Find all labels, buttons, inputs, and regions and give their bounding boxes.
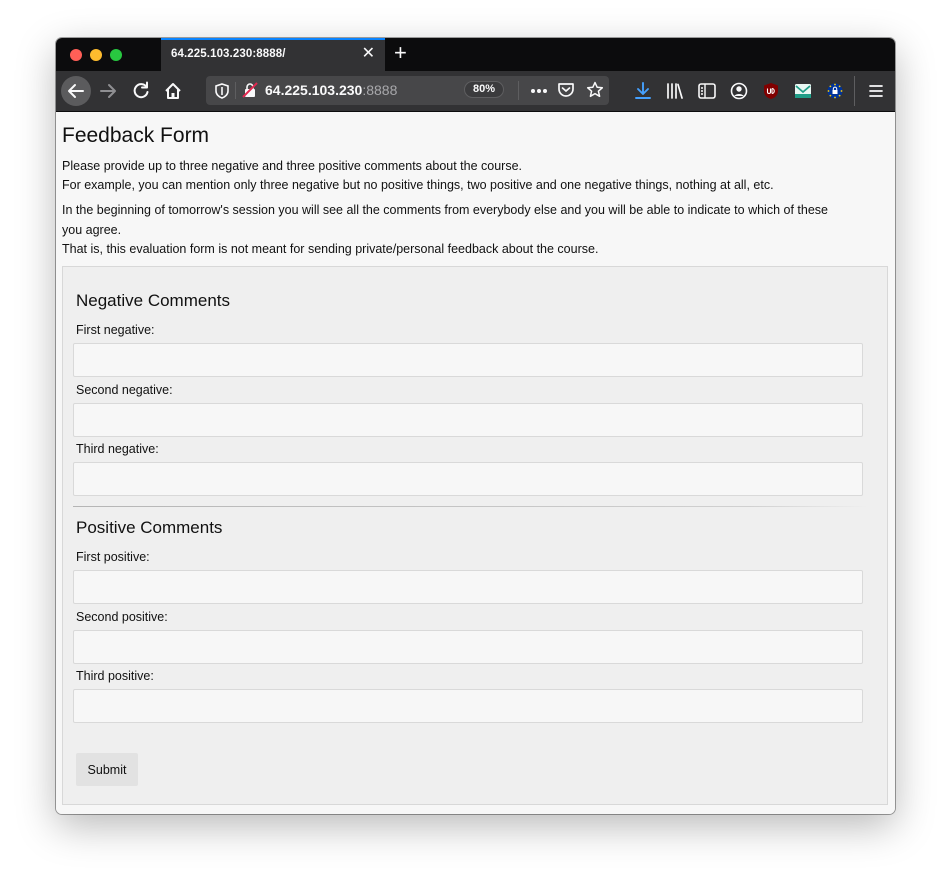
forward-button[interactable] <box>94 76 124 106</box>
navigation-toolbar: 64.225.103.230:8888 80% <box>56 71 895 112</box>
shield-icon[interactable] <box>215 83 229 99</box>
second-negative-label: Second negative: <box>76 383 173 397</box>
negative-comments-heading: Negative Comments <box>76 291 231 310</box>
tab-title: 64.225.103.230:8888/ <box>171 48 286 60</box>
section-divider <box>73 506 868 507</box>
feedback-form: Negative Comments First negative: Second… <box>62 266 888 805</box>
third-positive-label: Third positive: <box>76 669 154 683</box>
close-window-button[interactable] <box>70 49 82 61</box>
home-icon <box>165 83 181 99</box>
url-text[interactable]: 64.225.103.230:8888 <box>265 82 397 98</box>
download-icon[interactable] <box>634 82 652 100</box>
zoom-level-badge[interactable]: 80% <box>464 81 504 98</box>
tab-strip: 64.225.103.230:8888/ ✕ + <box>56 38 895 71</box>
url-separator <box>235 82 236 99</box>
page-title: Feedback Form <box>62 124 210 147</box>
intro-line: you agree. <box>62 223 122 237</box>
mail-extension-icon[interactable] <box>794 83 812 99</box>
account-icon[interactable] <box>730 82 748 100</box>
menu-icon[interactable] <box>868 84 884 98</box>
reload-button[interactable] <box>126 76 156 106</box>
second-positive-label: Second positive: <box>76 610 168 624</box>
third-positive-input[interactable] <box>73 689 863 723</box>
url-port: :8888 <box>362 82 398 98</box>
new-tab-icon[interactable]: + <box>394 41 407 65</box>
url-actions-separator <box>518 81 519 100</box>
tab-close-icon[interactable]: ✕ <box>362 45 375 63</box>
forward-arrow-icon <box>100 84 116 98</box>
page-content: Feedback Form Please provide up to three… <box>56 112 895 814</box>
second-negative-input[interactable] <box>73 403 863 437</box>
toolbar-separator <box>854 76 855 106</box>
sidebar-icon[interactable] <box>698 83 716 99</box>
back-button[interactable] <box>61 76 91 106</box>
back-arrow-icon <box>68 84 84 98</box>
pocket-icon[interactable] <box>557 81 575 99</box>
url-bar[interactable]: 64.225.103.230:8888 80% <box>206 76 609 105</box>
second-positive-input[interactable] <box>73 630 863 664</box>
third-negative-input[interactable] <box>73 462 863 496</box>
intro-line: Please provide up to three negative and … <box>62 159 523 173</box>
first-positive-label: First positive: <box>76 550 150 564</box>
bookmark-star-icon[interactable] <box>586 81 604 99</box>
home-button[interactable] <box>158 76 188 106</box>
intro-line: In the beginning of tomorrow's session y… <box>62 203 828 217</box>
ublock-icon[interactable] <box>763 82 779 100</box>
first-positive-input[interactable] <box>73 570 863 604</box>
minimize-window-button[interactable] <box>90 49 102 61</box>
url-host: 64.225.103.230 <box>265 82 363 98</box>
privacy-extension-icon[interactable] <box>826 82 844 100</box>
submit-button[interactable]: Submit <box>76 753 138 786</box>
positive-comments-heading: Positive Comments <box>76 518 223 537</box>
intro-line: For example, you can mention only three … <box>62 178 774 192</box>
zoom-window-button[interactable] <box>110 49 122 61</box>
library-icon[interactable] <box>666 83 684 99</box>
reload-icon <box>133 81 149 99</box>
browser-window: 64.225.103.230:8888/ ✕ + 64.225.103.230:… <box>56 38 895 814</box>
third-negative-label: Third negative: <box>76 442 159 456</box>
more-actions-icon[interactable] <box>530 88 548 94</box>
first-negative-input[interactable] <box>73 343 863 377</box>
intro-line: That is, this evaluation form is not mea… <box>62 242 599 256</box>
insecure-lock-icon[interactable] <box>242 82 258 98</box>
first-negative-label: First negative: <box>76 323 155 337</box>
tab-active[interactable]: 64.225.103.230:8888/ ✕ <box>161 38 385 71</box>
